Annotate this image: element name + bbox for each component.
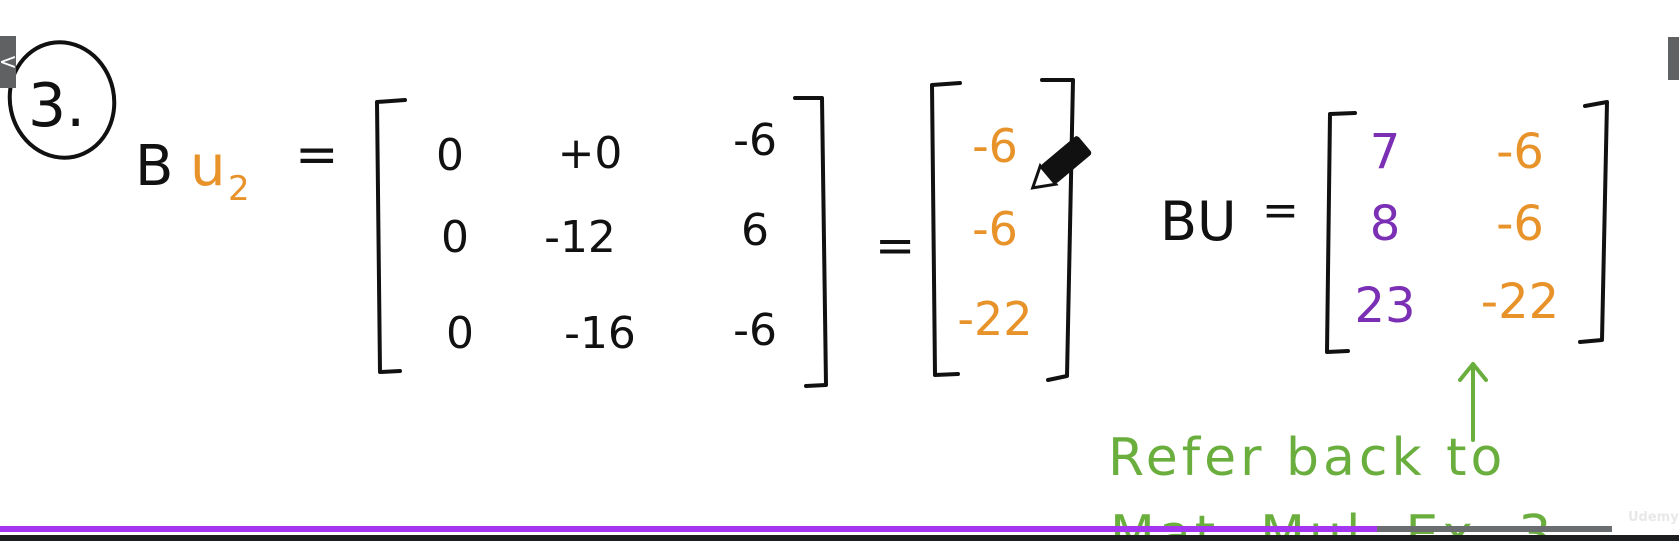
lhs-u: u	[190, 134, 226, 199]
matrix-cell: -16	[564, 308, 636, 359]
equals-3: =	[1262, 185, 1299, 236]
matrix-cell: -12	[544, 212, 616, 263]
lecture-whiteboard: 3. B u 2 = 0 +0 -6 0 -12 6 0 -16 -6 = -6…	[7, 40, 1609, 541]
equals-1: =	[295, 125, 339, 185]
bu-left-bracket	[1325, 111, 1357, 354]
note-line-1: Refer back to	[1108, 428, 1506, 488]
equals-2: =	[875, 218, 915, 274]
result-cell: -6	[972, 119, 1018, 173]
bu-cell: 8	[1370, 196, 1401, 252]
matrix-cell: -6	[733, 115, 777, 166]
video-player[interactable]: 3. B u 2 = 0 +0 -6 0 -12 6 0 -16 -6 = -6…	[0, 0, 1679, 541]
matrix-cell: 0	[436, 130, 464, 181]
matrix-cell: 0	[441, 212, 469, 263]
bu-cell: -6	[1496, 196, 1544, 252]
bu-right-bracket	[1578, 100, 1609, 344]
pencil-cursor-icon	[1030, 136, 1092, 190]
bu-label: BU	[1160, 190, 1237, 253]
result-cell: -6	[972, 202, 1018, 256]
matrix-cell: 6	[741, 205, 769, 256]
matrix-cell: -6	[733, 305, 777, 356]
matrix-cell: +0	[558, 128, 623, 179]
problem-number: 3.	[28, 71, 85, 141]
bu-cell: 7	[1370, 124, 1401, 180]
video-progress-bar[interactable]	[0, 526, 1612, 532]
bu-cell: -6	[1496, 124, 1544, 180]
matrix-cell: 0	[446, 308, 474, 359]
lhs-b: B	[135, 134, 173, 199]
next-lecture-button[interactable]	[1668, 37, 1679, 80]
bu-cell: 23	[1354, 278, 1415, 334]
vector-left-bracket	[930, 81, 962, 377]
bu-cell: -22	[1481, 274, 1559, 330]
lhs-subscript: 2	[228, 169, 250, 209]
result-cell: -22	[957, 292, 1032, 346]
chevron-left-icon: <	[0, 49, 18, 75]
control-bar-edge	[0, 535, 1679, 541]
matrix-right-bracket	[793, 96, 828, 388]
vector-right-bracket	[1040, 78, 1075, 382]
previous-lecture-button[interactable]: <	[0, 36, 18, 88]
udemy-logo: Udemy	[1628, 510, 1679, 525]
matrix-left-bracket	[375, 98, 407, 374]
progress-played	[0, 526, 1377, 532]
